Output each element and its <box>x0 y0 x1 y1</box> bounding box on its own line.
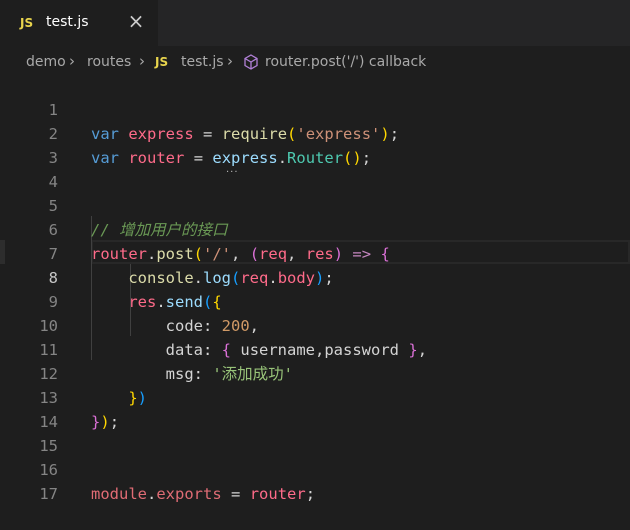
code-line[interactable]: 4 <box>0 146 630 191</box>
tab-test-js[interactable]: JS test.js × <box>0 0 158 46</box>
tab-bar: JS test.js × <box>0 0 630 46</box>
breadcrumb-item-symbol[interactable]: router.post('/') callback <box>265 54 426 70</box>
code-line[interactable]: 3 <box>0 122 630 167</box>
code-line[interactable]: 16 module.exports = router; <box>0 434 630 503</box>
code-line[interactable]: 6 router.post('/', (req, res) => { <box>0 194 630 263</box>
code-line[interactable]: 10 data: { username,password }, <box>0 290 630 359</box>
code-line[interactable]: 12 }) <box>0 338 630 407</box>
code-editor[interactable]: ··· 1 var express = require('express'); … <box>0 74 630 524</box>
tab-label: test.js <box>46 14 89 30</box>
method-cube-icon <box>244 54 258 70</box>
code-line[interactable]: 11 msg: '添加成功' <box>0 314 630 383</box>
code-line[interactable]: 13 }); <box>0 362 630 431</box>
breadcrumb-item-routes[interactable]: routes <box>87 54 131 70</box>
code-line[interactable]: 17 <box>0 458 630 503</box>
code-line[interactable]: 7 console.log(req.body); <box>0 218 630 287</box>
close-icon[interactable]: × <box>127 11 145 31</box>
chevron-right-icon: › <box>227 52 233 70</box>
breadcrumb-item-file[interactable]: test.js <box>181 54 224 70</box>
code-line[interactable]: 9 code: 200, <box>0 266 630 335</box>
chevron-right-icon: › <box>69 52 75 70</box>
javascript-file-icon: JS <box>20 16 34 30</box>
code-line[interactable]: 8 res.send({ <box>0 242 630 311</box>
line-number: 17 <box>39 485 58 503</box>
breadcrumb-item-demo[interactable]: demo <box>26 54 66 70</box>
chevron-right-icon: › <box>139 52 145 70</box>
code-line[interactable]: 15 <box>0 410 630 455</box>
code-line[interactable]: 5 // 增加用户的接口 <box>0 170 630 239</box>
javascript-file-icon: JS <box>155 55 169 69</box>
code-line[interactable]: 2 var router = express.Router(); <box>0 98 630 167</box>
code-line[interactable]: 1 var express = require('express'); <box>0 74 630 143</box>
line-code: module.exports = router; <box>91 485 316 503</box>
code-line[interactable]: 14 <box>0 386 630 431</box>
